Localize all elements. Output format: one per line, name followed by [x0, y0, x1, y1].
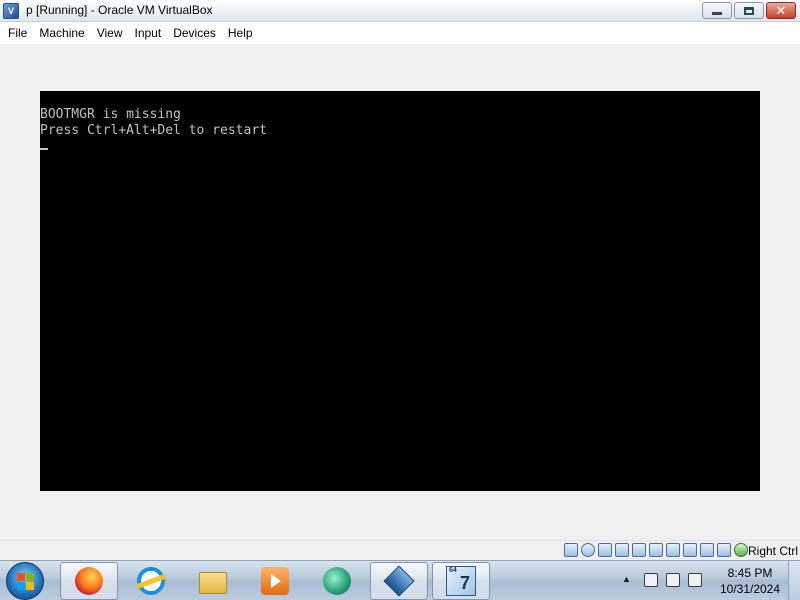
window-controls: ✕ — [702, 2, 796, 19]
status-indicators — [564, 543, 748, 557]
window-title: p [Running] - Oracle VM VirtualBox — [26, 3, 213, 17]
optical-drive-icon[interactable] — [581, 543, 595, 557]
restore-button[interactable] — [734, 2, 764, 19]
console-output: BOOTMGR is missing Press Ctrl+Alt+Del to … — [40, 107, 267, 155]
virtualization-icon[interactable] — [700, 543, 714, 557]
vm-windows7-icon: 64 7 — [446, 566, 476, 596]
audio-icon[interactable] — [598, 543, 612, 557]
minimize-button[interactable] — [702, 2, 732, 19]
action-center-flag-icon[interactable] — [666, 573, 680, 587]
cpu-icon[interactable] — [717, 543, 731, 557]
taskbar: 64 7 ▲ 8:45 PM 10/31/2024 — [0, 560, 800, 600]
virtualbox-icon — [383, 565, 415, 597]
close-button[interactable]: ✕ — [766, 2, 796, 19]
taskbar-internet-explorer[interactable] — [122, 562, 180, 600]
menu-help[interactable]: Help — [222, 22, 259, 44]
network-icon[interactable] — [615, 543, 629, 557]
start-button[interactable] — [6, 562, 44, 600]
taskbar-green-app[interactable] — [308, 562, 366, 600]
show-hidden-icons-arrow[interactable]: ▲ — [622, 574, 631, 584]
taskbar-virtualbox[interactable] — [370, 562, 428, 600]
taskbar-media-player[interactable] — [246, 562, 304, 600]
media-player-icon — [261, 567, 289, 595]
menu-file[interactable]: File — [2, 22, 33, 44]
windows-explorer-icon — [199, 572, 227, 594]
volume-icon[interactable] — [688, 573, 702, 587]
minimize-icon — [712, 12, 722, 15]
firefox-icon — [75, 567, 103, 595]
console-line: Press Ctrl+Alt+Del to restart — [40, 123, 267, 138]
clock-date: 10/31/2024 — [719, 582, 781, 596]
show-desktop-button[interactable] — [788, 561, 800, 600]
taskbar-vm-window[interactable]: 64 7 — [432, 562, 490, 600]
menu-view[interactable]: View — [91, 22, 129, 44]
vm-display[interactable]: BOOTMGR is missing Press Ctrl+Alt+Del to … — [40, 91, 760, 491]
menu-devices[interactable]: Devices — [167, 22, 222, 44]
windows-logo-icon — [17, 573, 35, 591]
shared-folders-icon[interactable] — [649, 543, 663, 557]
display-icon[interactable] — [666, 543, 680, 557]
text-cursor — [40, 148, 48, 150]
vm-status-bar: Right Ctrl — [0, 540, 800, 560]
menu-input[interactable]: Input — [129, 22, 168, 44]
recording-icon[interactable] — [683, 543, 697, 557]
virtualbox-app-icon[interactable]: V — [3, 3, 19, 19]
mouse-integration-icon[interactable] — [734, 543, 748, 557]
menu-bar: File Machine View Input Devices Help — [0, 22, 800, 44]
host-key-label[interactable]: Right Ctrl — [748, 544, 798, 558]
internet-explorer-icon — [137, 567, 165, 595]
taskbar-windows-explorer[interactable] — [184, 562, 242, 600]
usb-icon[interactable] — [632, 543, 646, 557]
console-line: BOOTMGR is missing — [40, 107, 181, 122]
clock-time: 8:45 PM — [727, 566, 773, 580]
restore-icon — [744, 6, 754, 15]
hard-disk-icon[interactable] — [564, 543, 578, 557]
clock[interactable]: 8:45 PM 10/31/2024 — [712, 565, 788, 597]
network-tray-icon[interactable] — [644, 573, 658, 587]
green-app-icon — [323, 567, 351, 595]
title-bar[interactable]: V p [Running] - Oracle VM VirtualBox ✕ — [0, 0, 800, 22]
menu-machine[interactable]: Machine — [33, 22, 90, 44]
taskbar-firefox[interactable] — [60, 562, 118, 600]
close-icon: ✕ — [775, 3, 787, 18]
